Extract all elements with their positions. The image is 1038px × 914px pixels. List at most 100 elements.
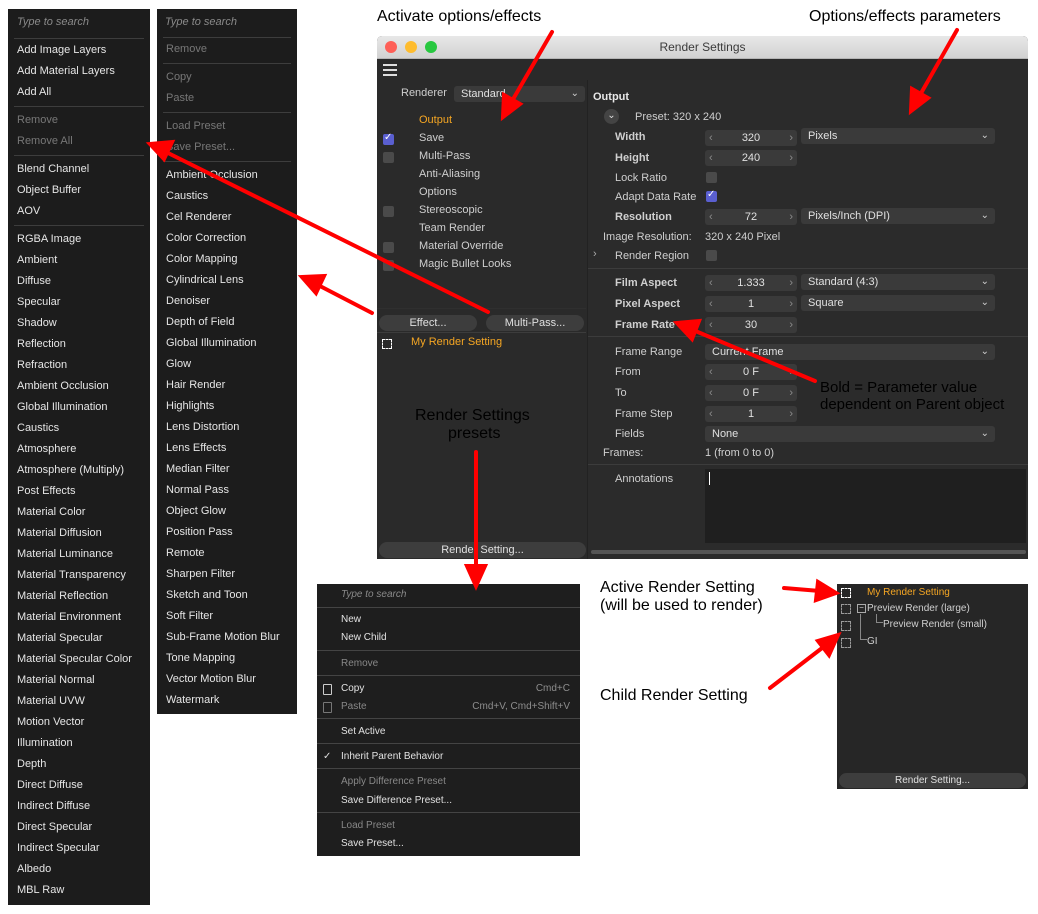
presets-menu-item-new-child[interactable]: New Child — [317, 629, 580, 647]
presets-menu-item-new[interactable]: New — [317, 611, 580, 629]
hierarchy-node-preview-large[interactable]: Preview Render (large) — [867, 603, 970, 614]
from-field[interactable]: ‹ 0 F › — [705, 364, 797, 380]
presets-menu-item-apply-difference-preset[interactable]: Apply Difference Preset — [317, 773, 580, 791]
menu-item-add-material-layers[interactable]: Add Material Layers — [8, 61, 150, 82]
settings-item-magic-bullet-looks[interactable]: Magic Bullet Looks — [419, 258, 511, 270]
menu-item-specular[interactable]: Specular — [8, 292, 150, 313]
menu-item-tone-mapping[interactable]: Tone Mapping — [157, 648, 297, 669]
hamburger-menu-icon[interactable] — [383, 64, 397, 76]
multipass-button[interactable]: Multi-Pass... — [486, 315, 584, 331]
menu-item-add-image-layers[interactable]: Add Image Layers — [8, 40, 150, 61]
menu-item-global-illumination[interactable]: Global Illumination — [8, 397, 150, 418]
menu-item-direct-specular[interactable]: Direct Specular — [8, 817, 150, 838]
menu-item-remove-all[interactable]: Remove All — [8, 131, 150, 152]
menu-item-aov[interactable]: AOV — [8, 201, 150, 222]
render-setting-button[interactable]: Render Setting... — [379, 542, 586, 558]
presets-menu-item-inherit-parent-behavior[interactable]: Inherit Parent Behavior ✓ — [317, 748, 580, 766]
render-setting-button[interactable]: Render Setting... — [839, 773, 1026, 788]
adapt-data-rate-checkbox[interactable] — [706, 189, 717, 202]
menu-item-ambient-occlusion[interactable]: Ambient Occlusion — [8, 376, 150, 397]
menu-item-illumination[interactable]: Illumination — [8, 733, 150, 754]
presets-menu-item-remove[interactable]: Remove — [317, 655, 580, 673]
menu-item-paste[interactable]: Paste — [157, 88, 297, 109]
menu-item-watermark[interactable]: Watermark — [157, 690, 297, 711]
settings-item-save[interactable]: Save — [419, 132, 444, 144]
presets-menu-item-load-preset[interactable]: Load Preset — [317, 817, 580, 835]
presets-menu-item-copy[interactable]: Copy Cmd+C — [317, 680, 580, 698]
menu-item-ambient-occlusion[interactable]: Ambient Occlusion — [157, 165, 297, 186]
renderer-dropdown[interactable]: Standard ⌄ — [454, 86, 585, 102]
menu-item-remove[interactable]: Remove — [8, 110, 150, 131]
hierarchy-node-my-render-setting[interactable]: My Render Setting — [867, 587, 950, 598]
menu-item-sketch-and-toon[interactable]: Sketch and Toon — [157, 585, 297, 606]
settings-item-options[interactable]: Options — [419, 186, 457, 198]
active-render-icon[interactable] — [841, 588, 851, 598]
menu-item-color-mapping[interactable]: Color Mapping — [157, 249, 297, 270]
menu-item-shadow[interactable]: Shadow — [8, 313, 150, 334]
menu-item-global-illumination[interactable]: Global Illumination — [157, 333, 297, 354]
effect-button[interactable]: Effect... — [379, 315, 477, 331]
menu-item-material-diffusion[interactable]: Material Diffusion — [8, 523, 150, 544]
settings-item-team-render[interactable]: Team Render — [419, 222, 485, 234]
menu-item-direct-diffuse[interactable]: Direct Diffuse — [8, 775, 150, 796]
render-region-checkbox[interactable] — [706, 250, 717, 261]
pixel-aspect-dropdown[interactable]: Square ⌄ — [801, 295, 995, 311]
menu-item-denoiser[interactable]: Denoiser — [157, 291, 297, 312]
settings-item-stereoscopic[interactable]: Stereoscopic — [419, 204, 483, 216]
inactive-render-icon[interactable] — [841, 604, 851, 614]
menu-item-material-specular[interactable]: Material Specular — [8, 628, 150, 649]
inactive-render-icon[interactable] — [841, 638, 851, 648]
menu-item-material-normal[interactable]: Material Normal — [8, 670, 150, 691]
menu-item-material-specular-color[interactable]: Material Specular Color — [8, 649, 150, 670]
settings-item-material-override[interactable]: Material Override — [419, 240, 503, 252]
hierarchy-node-gi[interactable]: GI — [867, 636, 878, 647]
menu-item-diffuse[interactable]: Diffuse — [8, 271, 150, 292]
to-field[interactable]: ‹ 0 F › — [705, 385, 797, 401]
presets-menu-item-save-difference-preset[interactable]: Save Difference Preset... — [317, 792, 580, 810]
menu-item-material-luminance[interactable]: Material Luminance — [8, 544, 150, 565]
chevron-right-icon[interactable]: › — [593, 248, 597, 260]
menu-item-reflection[interactable]: Reflection — [8, 334, 150, 355]
menu-item-motion-vector[interactable]: Motion Vector — [8, 712, 150, 733]
menu-item-material-uvw[interactable]: Material UVW — [8, 691, 150, 712]
fields-dropdown[interactable]: None ⌄ — [705, 426, 995, 442]
menu-item-load-preset[interactable]: Load Preset — [157, 116, 297, 137]
menu-item-material-color[interactable]: Material Color — [8, 502, 150, 523]
menu-item-ambient[interactable]: Ambient — [8, 250, 150, 271]
menu-item-sharpen-filter[interactable]: Sharpen Filter — [157, 564, 297, 585]
presets-menu-item-set-active[interactable]: Set Active — [317, 723, 580, 741]
menu-item-sub-frame-motion-blur[interactable]: Sub-Frame Motion Blur — [157, 627, 297, 648]
menu-item-glow[interactable]: Glow — [157, 354, 297, 375]
menu-item-object-buffer[interactable]: Object Buffer — [8, 180, 150, 201]
menu-item-atmosphere-multiply[interactable]: Atmosphere (Multiply) — [8, 460, 150, 481]
menu-item-depth-of-field[interactable]: Depth of Field — [157, 312, 297, 333]
menu-item-remote[interactable]: Remote — [157, 543, 297, 564]
menu-item-cel-renderer[interactable]: Cel Renderer — [157, 207, 297, 228]
checkbox-stereoscopic[interactable] — [383, 206, 394, 217]
menu-search-placeholder[interactable]: Type to search — [165, 16, 237, 28]
menu-item-lens-effects[interactable]: Lens Effects — [157, 438, 297, 459]
menu-item-rgba-image[interactable]: RGBA Image — [8, 229, 150, 250]
menu-item-mbl-raw[interactable]: MBL Raw — [8, 880, 150, 901]
menu-search-placeholder[interactable]: Type to search — [17, 16, 89, 28]
menu-item-material-transparency[interactable]: Material Transparency — [8, 565, 150, 586]
presets-menu-item-save-preset[interactable]: Save Preset... — [317, 835, 580, 853]
checkbox-magic-bullet-looks[interactable] — [383, 260, 394, 271]
menu-item-lens-distortion[interactable]: Lens Distortion — [157, 417, 297, 438]
menu-item-albedo[interactable]: Albedo — [8, 859, 150, 880]
width-field[interactable]: ‹ 320 › — [705, 130, 797, 146]
menu-item-soft-filter[interactable]: Soft Filter — [157, 606, 297, 627]
width-unit-dropdown[interactable]: Pixels ⌄ — [801, 128, 995, 144]
preset-expand-icon[interactable]: ⌄ — [604, 109, 619, 124]
film-aspect-field[interactable]: ‹ 1.333 › — [705, 275, 797, 291]
horizontal-scrollbar[interactable] — [591, 550, 1026, 554]
checkbox-multi-pass[interactable] — [383, 152, 394, 163]
collapse-icon[interactable]: − — [857, 604, 866, 613]
active-render-icon[interactable] — [382, 339, 392, 349]
hierarchy-node-preview-small[interactable]: Preview Render (small) — [883, 619, 987, 630]
checkbox-save[interactable] — [383, 132, 394, 145]
resolution-unit-dropdown[interactable]: Pixels/Inch (DPI) ⌄ — [801, 208, 995, 224]
menu-item-object-glow[interactable]: Object Glow — [157, 501, 297, 522]
lock-ratio-checkbox[interactable] — [706, 172, 717, 183]
menu-item-material-reflection[interactable]: Material Reflection — [8, 586, 150, 607]
